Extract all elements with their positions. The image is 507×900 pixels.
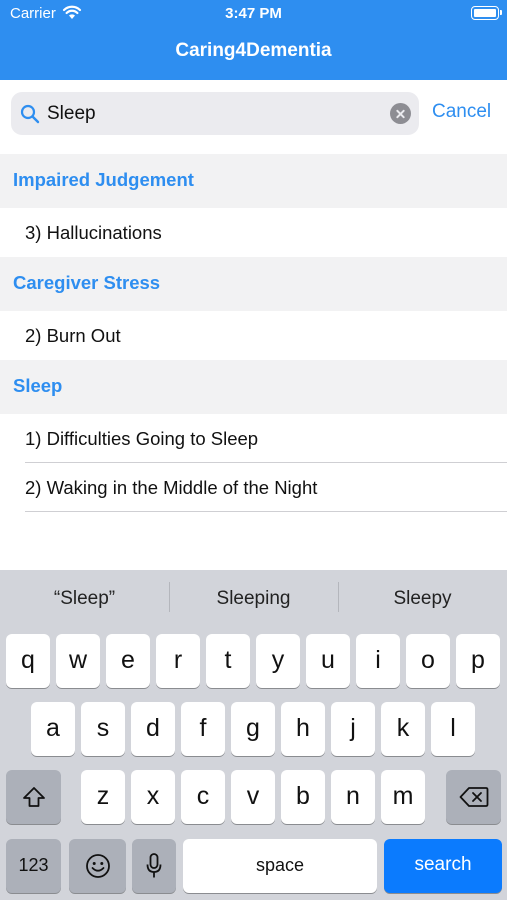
clear-icon[interactable] xyxy=(390,103,411,124)
key[interactable]: m xyxy=(381,770,425,824)
section-title: Impaired Judgement xyxy=(13,169,194,190)
delete-icon xyxy=(459,787,488,807)
key[interactable]: n xyxy=(331,770,375,824)
key[interactable]: e xyxy=(106,634,150,688)
key[interactable]: x xyxy=(131,770,175,824)
battery-icon xyxy=(471,6,502,20)
key[interactable]: o xyxy=(406,634,450,688)
key[interactable]: f xyxy=(181,702,225,756)
section-header: Caregiver Stress xyxy=(0,257,507,311)
key[interactable]: g xyxy=(231,702,275,756)
key[interactable]: a xyxy=(31,702,75,756)
key[interactable]: l xyxy=(431,702,475,756)
shift-key[interactable] xyxy=(6,770,61,824)
page-title: Caring4Dementia xyxy=(175,40,332,61)
results-list: Impaired Judgement 3) Hallucinations Car… xyxy=(0,154,507,512)
key[interactable]: c xyxy=(181,770,225,824)
section-header: Impaired Judgement xyxy=(0,154,507,208)
suggestion[interactable]: “Sleep” xyxy=(0,588,169,610)
list-item[interactable]: 2) Waking in the Middle of the Night xyxy=(0,463,507,512)
microphone-icon xyxy=(146,853,162,878)
list-item-label: 2) Burn Out xyxy=(25,325,121,346)
suggestion-bar: “Sleep” Sleeping Sleepy xyxy=(0,570,507,628)
search-input[interactable]: Sleep xyxy=(11,92,419,135)
delete-key[interactable] xyxy=(446,770,501,824)
section-title: Sleep xyxy=(13,375,63,396)
key[interactable]: j xyxy=(331,702,375,756)
search-value: Sleep xyxy=(47,103,96,124)
key[interactable]: i xyxy=(356,634,400,688)
section-title: Caregiver Stress xyxy=(13,272,161,293)
section-header: Sleep xyxy=(0,360,507,414)
list-item[interactable]: 1) Difficulties Going to Sleep xyxy=(0,414,507,463)
navigation-bar: Carrier 3:47 PM Caring4Dementia xyxy=(0,0,507,80)
suggestion[interactable]: Sleeping xyxy=(169,588,338,610)
dictation-key[interactable] xyxy=(132,839,176,893)
search-bar: Sleep Cancel xyxy=(0,80,507,148)
list-item[interactable]: 2) Burn Out xyxy=(0,311,507,360)
keyboard: “Sleep” Sleeping Sleepy q w e r t y u i … xyxy=(0,570,507,900)
emoji-icon xyxy=(85,854,110,878)
space-key[interactable]: space xyxy=(183,839,377,893)
key[interactable]: r xyxy=(156,634,200,688)
key[interactable]: z xyxy=(81,770,125,824)
search-key[interactable]: search xyxy=(384,839,502,893)
key[interactable]: v xyxy=(231,770,275,824)
clock: 3:47 PM xyxy=(225,5,282,22)
list-item-label: 3) Hallucinations xyxy=(25,222,162,243)
cancel-button[interactable]: Cancel xyxy=(432,101,491,123)
key[interactable]: y xyxy=(256,634,300,688)
key[interactable]: k xyxy=(381,702,425,756)
list-item-label: 2) Waking in the Middle of the Night xyxy=(25,477,318,498)
key[interactable]: d xyxy=(131,702,175,756)
key[interactable]: t xyxy=(206,634,250,688)
key[interactable]: b xyxy=(281,770,325,824)
key[interactable]: u xyxy=(306,634,350,688)
key[interactable]: s xyxy=(81,702,125,756)
search-icon xyxy=(20,104,40,124)
suggestion[interactable]: Sleepy xyxy=(338,588,507,610)
key[interactable]: p xyxy=(456,634,500,688)
list-item[interactable]: 3) Hallucinations xyxy=(0,208,507,257)
key[interactable]: q xyxy=(6,634,50,688)
key[interactable]: w xyxy=(56,634,100,688)
key[interactable]: h xyxy=(281,702,325,756)
status-bar: Carrier 3:47 PM xyxy=(0,0,507,28)
numbers-key[interactable]: 123 xyxy=(6,839,61,893)
emoji-key[interactable] xyxy=(69,839,126,893)
list-item-label: 1) Difficulties Going to Sleep xyxy=(25,428,259,449)
shift-icon xyxy=(22,787,45,807)
